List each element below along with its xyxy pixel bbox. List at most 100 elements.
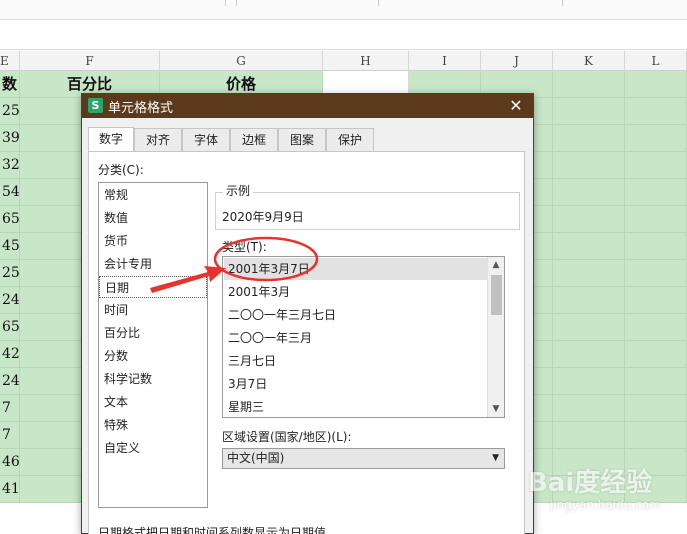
- chevron-down-icon[interactable]: ▼: [488, 401, 504, 417]
- category-item[interactable]: 特殊: [99, 414, 207, 436]
- cell-l[interactable]: [625, 98, 687, 125]
- format-cells-dialog: S 单元格格式 ✕ 数字 对齐 字体 边框 图案 保护 分类(C): 常规 数值货…: [81, 93, 534, 534]
- category-item[interactable]: 时间: [99, 299, 207, 321]
- caret-down-icon: ▼: [492, 453, 499, 463]
- cell-e[interactable]: 数: [0, 71, 20, 98]
- cell-e[interactable]: 46: [0, 449, 20, 476]
- format-description: 日期格式把日期和时间系列数显示为日期值。: [98, 526, 339, 534]
- cell-k[interactable]: [553, 260, 625, 287]
- region-value: 中文(中国): [227, 451, 285, 465]
- toolbar-divider: [562, 0, 563, 6]
- category-item[interactable]: 数值: [99, 207, 207, 229]
- cell-e[interactable]: 54: [0, 179, 20, 206]
- cell-k[interactable]: [553, 98, 625, 125]
- column-header-e[interactable]: E: [0, 51, 20, 71]
- type-item[interactable]: 星期三: [224, 396, 487, 417]
- cell-k[interactable]: [553, 368, 625, 395]
- cell-k[interactable]: [553, 422, 625, 449]
- toolbar-divider: [378, 0, 379, 6]
- cell-e[interactable]: 7: [0, 422, 20, 449]
- cell-l[interactable]: [625, 233, 687, 260]
- cell-l[interactable]: [625, 125, 687, 152]
- cell-e[interactable]: 32: [0, 152, 20, 179]
- column-header-g[interactable]: G: [160, 51, 323, 71]
- cell-l[interactable]: [625, 71, 687, 98]
- type-item[interactable]: 3月7日: [224, 373, 487, 395]
- cell-l[interactable]: [625, 368, 687, 395]
- column-header-l[interactable]: L: [625, 51, 687, 71]
- category-list[interactable]: 常规 数值 货币 会计专用 日期 时间 百分比 分数 科学记数 文本 特殊 自定义: [98, 182, 208, 508]
- category-item[interactable]: 科学记数: [99, 368, 207, 390]
- column-header-i[interactable]: I: [409, 51, 481, 71]
- toolbar-divider: [225, 0, 226, 6]
- tab-alignment[interactable]: 对齐: [134, 128, 182, 151]
- formula-bar[interactable]: [0, 20, 687, 50]
- cell-l[interactable]: [625, 206, 687, 233]
- category-item[interactable]: 日期: [99, 276, 207, 298]
- cell-e[interactable]: 39: [0, 125, 20, 152]
- sample-value: 2020年9月9日: [222, 210, 304, 224]
- dialog-titlebar[interactable]: S 单元格格式 ✕: [82, 94, 533, 118]
- cell-e[interactable]: 24: [0, 287, 20, 314]
- close-icon[interactable]: ✕: [505, 95, 527, 117]
- cell-l[interactable]: [625, 260, 687, 287]
- cell-l[interactable]: [625, 152, 687, 179]
- column-headers: E F G H I J K L: [0, 51, 687, 71]
- type-item[interactable]: 二〇〇一年三月七日: [224, 304, 487, 326]
- tab-pattern[interactable]: 图案: [278, 128, 326, 151]
- region-select[interactable]: 中文(中国) ▼: [222, 448, 505, 469]
- column-header-h[interactable]: H: [323, 51, 409, 71]
- category-item[interactable]: 会计专用: [99, 253, 207, 275]
- category-item[interactable]: 文本: [99, 391, 207, 413]
- cell-k[interactable]: [553, 206, 625, 233]
- cell-e[interactable]: 45: [0, 233, 20, 260]
- cell-e[interactable]: 65: [0, 314, 20, 341]
- cell-e[interactable]: 25: [0, 260, 20, 287]
- column-header-f[interactable]: F: [20, 51, 160, 71]
- cell-k[interactable]: [553, 71, 625, 98]
- category-item[interactable]: 货币: [99, 230, 207, 252]
- tab-border[interactable]: 边框: [230, 128, 278, 151]
- cell-e[interactable]: 65: [0, 206, 20, 233]
- cell-k[interactable]: [553, 179, 625, 206]
- type-item[interactable]: 二〇〇一年三月: [224, 327, 487, 349]
- type-list[interactable]: 2001年3月7日 2001年3月 二〇〇一年三月七日 二〇〇一年三月 三月七日 3月7日…: [222, 256, 505, 418]
- number-tab-panel: 分类(C): 常规 数值 货币 会计专用 日期 时间 百分比 分数 科学记数 文本 特殊 自定义 示例…: [88, 151, 525, 534]
- cell-k[interactable]: [553, 125, 625, 152]
- cell-l[interactable]: [625, 422, 687, 449]
- cell-l[interactable]: [625, 314, 687, 341]
- category-item[interactable]: 百分比: [99, 322, 207, 344]
- column-header-k[interactable]: K: [553, 51, 625, 71]
- type-item[interactable]: 2001年3月7日: [224, 258, 487, 280]
- category-item[interactable]: 分数: [99, 345, 207, 367]
- cell-e[interactable]: 24: [0, 368, 20, 395]
- cell-e[interactable]: 42: [0, 341, 20, 368]
- cell-l[interactable]: [625, 287, 687, 314]
- chevron-up-icon[interactable]: ▲: [488, 257, 504, 273]
- wps-spreadsheet-icon: S: [88, 98, 103, 113]
- cell-e[interactable]: 25: [0, 98, 20, 125]
- type-item[interactable]: 三月七日: [224, 350, 487, 372]
- cell-e[interactable]: 7: [0, 395, 20, 422]
- cell-k[interactable]: [553, 314, 625, 341]
- category-item[interactable]: 常规: [99, 184, 207, 206]
- column-header-j[interactable]: J: [481, 51, 553, 71]
- cell-l[interactable]: [625, 341, 687, 368]
- cell-k[interactable]: [553, 341, 625, 368]
- tab-protection[interactable]: 保护: [326, 128, 374, 151]
- cell-l[interactable]: [625, 179, 687, 206]
- cell-k[interactable]: [553, 233, 625, 260]
- sample-label: 示例: [223, 182, 254, 199]
- tab-number[interactable]: 数字: [88, 127, 134, 152]
- cell-k[interactable]: [553, 152, 625, 179]
- cell-e[interactable]: 41: [0, 476, 20, 503]
- type-item[interactable]: 2001年3月: [224, 281, 487, 303]
- scroll-thumb[interactable]: [491, 275, 502, 315]
- tab-font[interactable]: 字体: [182, 128, 230, 151]
- cell-l[interactable]: [625, 395, 687, 422]
- type-list-scrollbar[interactable]: ▲ ▼: [487, 257, 504, 417]
- cell-k[interactable]: [553, 395, 625, 422]
- watermark-url: jingyan.baidu.com: [550, 498, 661, 512]
- cell-k[interactable]: [553, 287, 625, 314]
- category-item[interactable]: 自定义: [99, 437, 207, 459]
